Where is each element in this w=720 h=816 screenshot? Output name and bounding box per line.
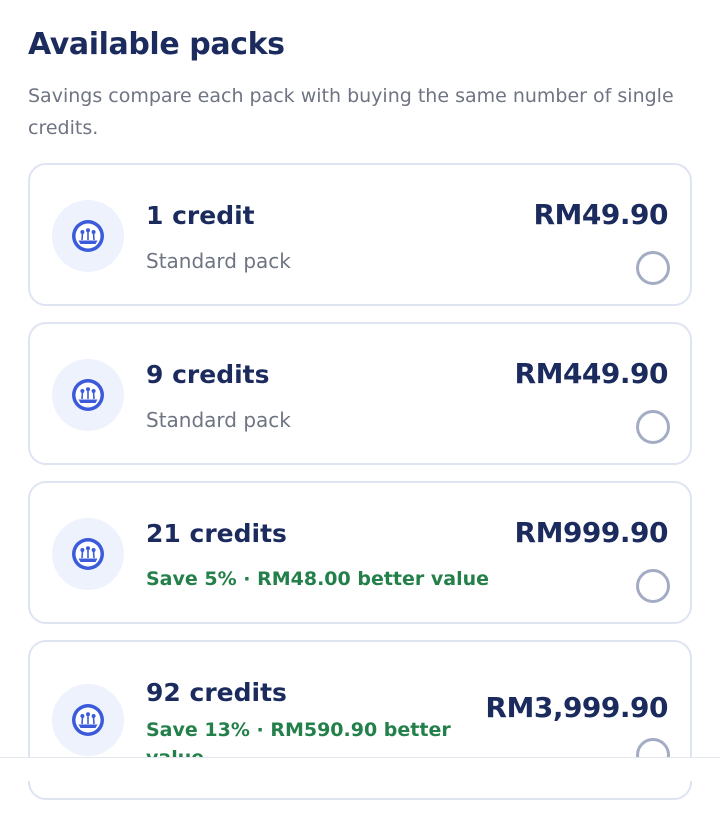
page-subtitle: Savings compare each pack with buying th… xyxy=(28,85,674,139)
pack-price: RM3,999.90 xyxy=(485,691,668,724)
page-title: Available packs xyxy=(28,27,285,62)
packs-header: Available packs Savings compare each pac… xyxy=(28,24,692,144)
bottom-panel-edge xyxy=(0,757,720,781)
credit-pack-icon xyxy=(52,684,124,756)
pack-price: RM999.90 xyxy=(514,516,669,549)
pack-savings: Save 5% · RM48.00 better value xyxy=(146,568,490,590)
credit-pack-icon xyxy=(52,200,124,272)
pack-radio-button[interactable] xyxy=(636,569,670,603)
pack-card-21-credits[interactable]: 21 credits Save 5% · RM48.00 better valu… xyxy=(28,481,692,624)
pack-card-1-credit[interactable]: 1 credit Standard pack RM49.90 xyxy=(28,163,692,306)
pack-description: Standard pack xyxy=(146,408,291,432)
pack-radio-button[interactable] xyxy=(636,410,670,444)
pack-list: 1 credit Standard pack RM49.90 9 credits… xyxy=(28,163,692,816)
pack-price: RM449.90 xyxy=(514,357,669,390)
credit-pack-icon xyxy=(52,518,124,590)
pack-name: 1 credit xyxy=(146,201,255,230)
pack-radio-button[interactable] xyxy=(636,251,670,285)
pack-description: Standard pack xyxy=(146,249,291,273)
pack-name: 92 credits xyxy=(146,678,287,707)
pack-price: RM49.90 xyxy=(533,198,669,231)
pack-name: 21 credits xyxy=(146,519,287,548)
pack-name: 9 credits xyxy=(146,360,270,389)
credit-pack-icon xyxy=(52,359,124,431)
pack-card-9-credits[interactable]: 9 credits Standard pack RM449.90 xyxy=(28,322,692,465)
